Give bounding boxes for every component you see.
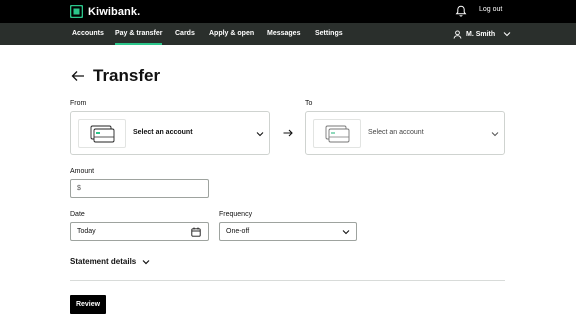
amount-input[interactable]: $ bbox=[70, 179, 209, 198]
from-account-value: Select an account bbox=[133, 129, 193, 136]
nav-item-pay-transfer[interactable]: Pay & transfer bbox=[115, 23, 163, 45]
nav-item-accounts[interactable]: Accounts bbox=[72, 23, 104, 45]
notifications-bell-icon[interactable] bbox=[455, 5, 467, 17]
chevron-down-icon bbox=[256, 132, 264, 137]
user-menu[interactable]: M. Smith bbox=[453, 23, 511, 45]
from-account-select[interactable]: Select an account bbox=[70, 111, 270, 155]
review-button[interactable]: Review bbox=[70, 295, 106, 314]
chevron-down-icon bbox=[342, 230, 350, 235]
back-arrow-icon[interactable] bbox=[71, 70, 85, 82]
user-name: M. Smith bbox=[466, 30, 496, 38]
chevron-down-icon bbox=[142, 259, 150, 264]
to-account-value: Select an account bbox=[368, 129, 424, 136]
nav-item-settings[interactable]: Settings bbox=[315, 23, 343, 45]
to-account-select[interactable]: Select an account bbox=[305, 111, 505, 155]
divider bbox=[70, 280, 505, 281]
chevron-down-icon bbox=[503, 32, 511, 37]
nav-item-apply-open[interactable]: Apply & open bbox=[209, 23, 254, 45]
frequency-select[interactable]: One-off bbox=[219, 222, 357, 241]
cards-icon bbox=[90, 125, 115, 143]
nav-item-cards[interactable]: Cards bbox=[175, 23, 195, 45]
frequency-label: Frequency bbox=[219, 211, 253, 218]
amount-label: Amount bbox=[70, 168, 95, 175]
statement-details-label: Statement details bbox=[70, 257, 137, 266]
kiwibank-logo-icon bbox=[70, 5, 83, 18]
top-bar: Kiwibank. Log out bbox=[0, 0, 576, 23]
statement-details-toggle[interactable]: Statement details bbox=[70, 257, 150, 266]
calendar-icon[interactable] bbox=[191, 227, 201, 237]
logout-link[interactable]: Log out bbox=[479, 6, 502, 13]
date-picker[interactable]: Today bbox=[70, 222, 209, 241]
main-nav: Accounts Pay & transfer Cards Apply & op… bbox=[0, 23, 576, 45]
arrow-right-icon bbox=[283, 129, 293, 137]
to-card-thumbnail bbox=[313, 119, 361, 148]
chevron-down-icon bbox=[491, 132, 499, 137]
to-label: To bbox=[305, 100, 313, 107]
from-card-thumbnail bbox=[78, 119, 126, 148]
user-icon bbox=[453, 29, 462, 39]
page-title: Transfer bbox=[93, 66, 161, 85]
date-value: Today bbox=[77, 228, 96, 235]
date-label: Date bbox=[70, 211, 85, 218]
from-label: From bbox=[70, 100, 87, 107]
nav-item-messages[interactable]: Messages bbox=[267, 23, 300, 45]
frequency-value: One-off bbox=[226, 228, 250, 235]
cards-icon bbox=[325, 125, 350, 143]
kiwibank-logo[interactable]: Kiwibank. bbox=[70, 4, 140, 19]
brand-name: Kiwibank. bbox=[88, 5, 141, 18]
